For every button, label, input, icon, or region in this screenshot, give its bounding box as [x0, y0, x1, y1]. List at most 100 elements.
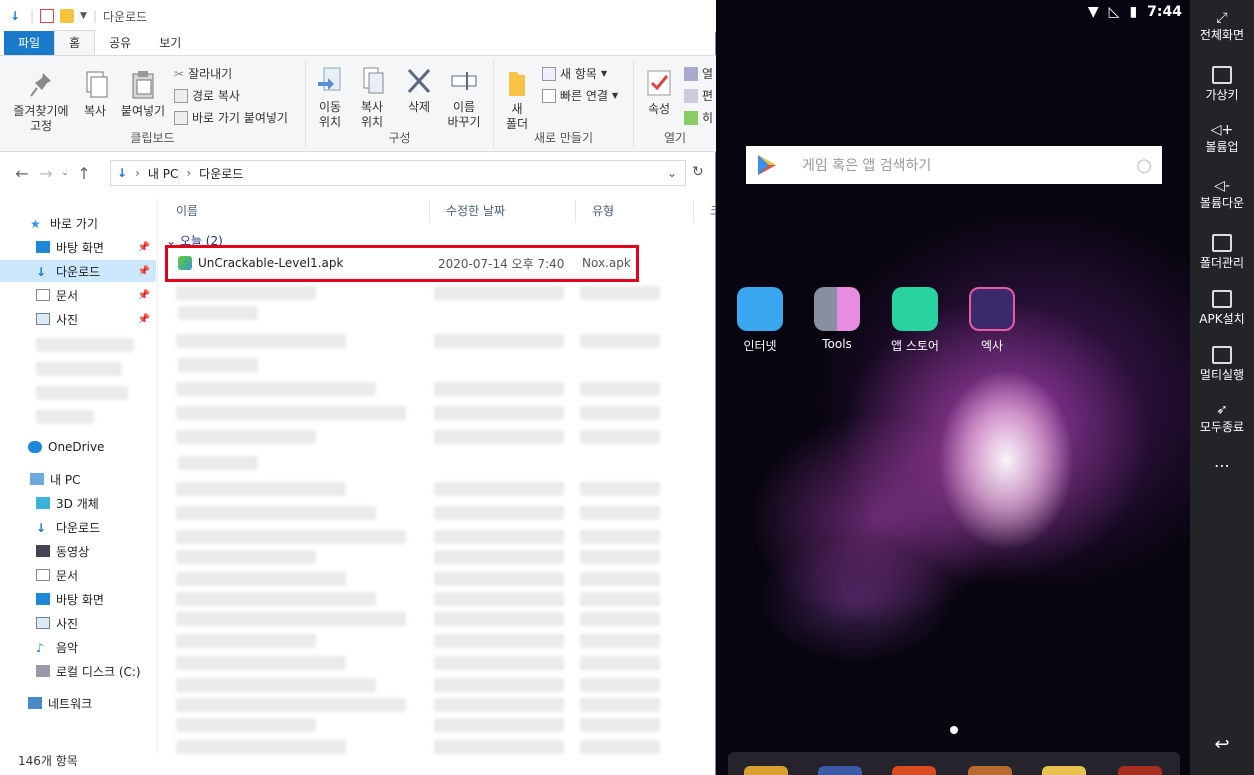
- nav-this-pc[interactable]: 내 PC: [0, 468, 156, 490]
- star-icon: ★: [30, 217, 41, 231]
- fullscreen-button[interactable]: ⤢ 전체화면: [1190, 10, 1254, 43]
- delete-button[interactable]: 삭제: [402, 66, 436, 115]
- rename-icon: [450, 66, 478, 96]
- nav-pc-documents[interactable]: 문서: [0, 564, 156, 586]
- address-dropdown-icon[interactable]: ⌄: [667, 166, 677, 180]
- nav-local-disk[interactable]: 로컬 디스크 (C:): [0, 660, 156, 682]
- dock-app-icon[interactable]: [744, 766, 788, 775]
- volume-down-button[interactable]: ◁- 볼륨다운: [1190, 178, 1254, 211]
- cut-button[interactable]: ✂ 잘라내기: [174, 64, 232, 84]
- multi-instance-button[interactable]: 멀티실행: [1190, 346, 1254, 383]
- nav-desktop[interactable]: 바탕 화면 📌: [0, 236, 156, 258]
- dock-app-icon[interactable]: [892, 766, 936, 775]
- copy-path-button[interactable]: 경로 복사: [174, 86, 240, 106]
- properties-check-icon: [645, 68, 673, 98]
- dock-app-icon[interactable]: [1042, 766, 1086, 775]
- blurred-file-cell: [580, 718, 660, 732]
- nav-downloads[interactable]: ↓ 다운로드 📌: [0, 260, 156, 282]
- nav-music[interactable]: ♪ 음악: [0, 636, 156, 658]
- volume-up-button[interactable]: ◁+ 볼륨업: [1190, 122, 1254, 155]
- new-folder-quick-icon[interactable]: [60, 9, 75, 23]
- recent-dropdown-icon[interactable]: ⌄: [58, 168, 72, 178]
- blurred-file-cell: [580, 506, 660, 520]
- virtual-keys-button[interactable]: 가상키: [1190, 66, 1254, 103]
- sidebar-label: 폴더관리: [1199, 256, 1245, 270]
- tab-home[interactable]: 홈: [54, 30, 96, 55]
- dock-app-icon[interactable]: [968, 766, 1012, 775]
- open-group: 속성 열 편 히 열기: [634, 60, 716, 148]
- app-store[interactable]: 앱 스토어: [880, 287, 950, 354]
- breadcrumb-this-pc[interactable]: 내 PC: [148, 165, 178, 182]
- app-exa[interactable]: 엑사: [957, 287, 1027, 354]
- column-type[interactable]: 유형: [576, 200, 694, 222]
- paste-shortcut-button[interactable]: 바로 가기 붙여넣기: [174, 108, 288, 128]
- apk-install-button[interactable]: APK설치: [1190, 290, 1254, 327]
- move-to-button[interactable]: 이동 위치: [312, 66, 348, 130]
- tab-file[interactable]: 파일: [4, 31, 55, 55]
- volume-up-icon: ◁+: [1210, 122, 1234, 138]
- dock-app-icon[interactable]: [818, 766, 862, 775]
- blurred-file-cell: [580, 612, 660, 626]
- tab-view[interactable]: 보기: [145, 31, 195, 55]
- blurred-file-cell: [176, 286, 316, 300]
- breadcrumb-downloads[interactable]: 다운로드: [199, 165, 243, 182]
- nav-documents[interactable]: 문서 📌: [0, 284, 156, 306]
- copy-to-button[interactable]: 복사 위치: [354, 66, 390, 130]
- folder-manager-button[interactable]: 폴더관리: [1190, 234, 1254, 271]
- nav-pictures[interactable]: 사진 📌: [0, 308, 156, 330]
- pin-quick-access-button[interactable]: 즐겨찾기에 고정: [8, 70, 74, 134]
- search-magnifier-icon[interactable]: ○: [1136, 155, 1152, 176]
- copy-button[interactable]: 복사: [78, 70, 112, 119]
- rename-button[interactable]: 이름 바꾸기: [444, 66, 484, 130]
- edit-label: 편: [702, 89, 714, 103]
- column-modified[interactable]: 수정한 날짜: [430, 200, 576, 222]
- up-arrow-icon[interactable]: ↑: [72, 164, 96, 183]
- more-menu-icon[interactable]: ⋯: [1190, 456, 1254, 475]
- sidebar-label: 멀티실행: [1199, 368, 1245, 382]
- forward-arrow-icon[interactable]: →: [34, 164, 58, 183]
- nav-onedrive[interactable]: OneDrive: [0, 436, 156, 458]
- properties-checklist-icon[interactable]: [40, 9, 55, 23]
- no-sim-icon: ◺: [1108, 4, 1120, 20]
- folder-icon: [503, 68, 531, 98]
- nav-pc-pictures[interactable]: 사진: [0, 612, 156, 634]
- blurred-file-cell: [580, 678, 660, 692]
- android-back-icon[interactable]: ↩: [1190, 734, 1254, 755]
- new-item-button[interactable]: 새 항목 ▼: [542, 64, 607, 84]
- new-folder-button[interactable]: 새 폴더: [502, 68, 532, 132]
- blurred-file-cell: [176, 334, 346, 348]
- nav-network[interactable]: 네트워크: [0, 692, 156, 714]
- play-store-search-bar[interactable]: 게임 혹은 앱 검색하기 ○: [746, 146, 1162, 184]
- column-size[interactable]: 크: [694, 200, 716, 222]
- nox-app-store-icon: [892, 287, 938, 331]
- nav-pc-downloads[interactable]: ↓ 다운로드: [0, 516, 156, 538]
- quick-access-dropdown-icon[interactable]: ▼: [80, 11, 87, 21]
- nav-label: 다운로드: [56, 264, 101, 279]
- back-arrow-icon[interactable]: ←: [10, 164, 34, 183]
- nav-videos[interactable]: 동영상: [0, 540, 156, 562]
- nav-3d-objects[interactable]: 3D 개체: [0, 492, 156, 514]
- open-button[interactable]: 열: [684, 64, 713, 84]
- app-tools-folder[interactable]: Tools: [802, 287, 872, 351]
- refresh-icon[interactable]: ↻: [692, 164, 704, 180]
- column-name[interactable]: 이름: [160, 200, 430, 222]
- nav-label: 3D 개체: [56, 496, 99, 511]
- paste-button[interactable]: 붙여넣기: [116, 70, 170, 119]
- desktop-icon: [36, 241, 50, 253]
- app-internet[interactable]: 인터넷: [725, 287, 795, 354]
- blurred-item: [36, 338, 134, 352]
- blurred-file-cell: [176, 740, 346, 754]
- tab-share[interactable]: 공유: [95, 31, 145, 55]
- nav-pc-desktop[interactable]: 바탕 화면: [0, 588, 156, 610]
- history-button[interactable]: 히: [684, 108, 713, 128]
- address-bar[interactable]: ↓ › 내 PC › 다운로드 ⌄: [110, 160, 686, 186]
- nav-quick-access[interactable]: ★ 바로 가기: [0, 212, 156, 234]
- dock-app-icon[interactable]: [1118, 766, 1162, 775]
- close-all-button[interactable]: ➶ 모두종료: [1190, 402, 1254, 435]
- edit-button[interactable]: 편: [684, 86, 713, 106]
- blurred-file-cell: [580, 406, 660, 420]
- pinned-icon: 📌: [137, 313, 150, 325]
- properties-button[interactable]: 속성: [642, 68, 676, 117]
- easy-access-button[interactable]: 빠른 연결 ▼: [542, 86, 618, 106]
- dropdown-arrow-icon: ▼: [611, 91, 619, 100]
